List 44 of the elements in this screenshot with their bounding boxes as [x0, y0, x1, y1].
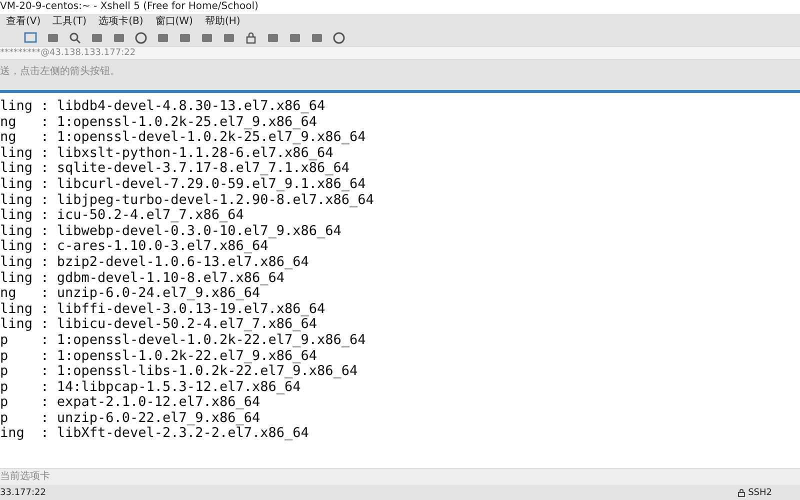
- terminal-line: ling : sqlite-devel-3.7.17-8.el7_7.1.x86_64: [0, 161, 350, 177]
- terminal-line: ling : libicu-devel-50.2-4.el7_7.x86_64: [0, 317, 317, 333]
- tab-hint: 当前选项卡: [0, 471, 50, 482]
- toolbar-icon[interactable]: [156, 32, 170, 44]
- terminal-line: ling : libdb4-devel-4.8.30-13.el7.x86_64: [0, 99, 326, 115]
- terminal-line: p : 1:openssl-libs-1.0.2k-22.el7_9.x86_64: [0, 364, 359, 380]
- toolbar-icon[interactable]: [288, 32, 302, 44]
- menu-item[interactable]: 查看(V): [6, 14, 41, 30]
- toolbar-icon[interactable]: [24, 32, 38, 44]
- terminal-line: ling : libwebp-devel-0.3.0-10.el7_9.x86_64: [0, 224, 342, 240]
- menu-item[interactable]: 工具(T): [52, 14, 87, 30]
- window-title: VM-20-9-centos:~ - Xshell 5 (Free for Home/School): [0, 1, 258, 12]
- toolbar-icon[interactable]: [46, 32, 60, 44]
- protocol-label: SSH2: [748, 488, 772, 498]
- terminal-line: p : 14:libpcap-1.5.3-12.el7.x86_64: [0, 380, 302, 396]
- hint-text: 送，点击左侧的箭头按钮。: [0, 66, 120, 77]
- status-address: 33.177:22: [0, 488, 46, 498]
- terminal-line: p : expat-2.1.0-12.el7.x86_64: [0, 395, 260, 411]
- terminal-line: ng : unzip-6.0-24.el7_9.x86_64: [0, 286, 260, 302]
- terminal-line: ling : icu-50.2-4.el7_7.x86_64: [0, 208, 244, 224]
- toolbar-icon[interactable]: [178, 32, 192, 44]
- terminal-line: ng : 1:openssl-1.0.2k-25.el7_9.x86_64: [0, 114, 318, 130]
- terminal-line: p : 1:openssl-devel-1.0.2k-22.el7_9.x86_64: [0, 332, 367, 348]
- toolbar-icon[interactable]: [200, 32, 214, 44]
- terminal-line: p : 1:openssl-1.0.2k-22.el7_9.x86_64: [0, 348, 318, 364]
- terminal-line: ling : libcurl-devel-7.29.0-59.el7_9.1.x86_64: [0, 176, 367, 193]
- terminal-line: ling : bzip2-devel-1.0.6-13.el7.x86_64: [0, 254, 310, 271]
- terminal-line: ling : gdbm-devel-1.10-8.el7.x86_64: [0, 270, 286, 286]
- terminal-line: ling : c-ares-1.10.0-3.el7.x86_64: [0, 239, 268, 255]
- menu-item[interactable]: 窗口(W): [155, 14, 193, 30]
- terminal-line: p : unzip-6.0-22.el7_9.x86_64: [0, 410, 262, 426]
- terminal-line: ing : libXft-devel-2.3.2-2.el7.x86_64: [0, 426, 310, 442]
- toolbar-icon[interactable]: [310, 32, 324, 44]
- lock-icon: [738, 488, 746, 496]
- search-icon[interactable]: [68, 32, 82, 44]
- terminal-line: ling : libxslt-python-1.1.28-6.el7.x86_64: [0, 146, 334, 162]
- terminal-line: ling : libjpeg-turbo-devel-1.2.90-8.el7.x86_64: [0, 192, 375, 208]
- toolbar-icon[interactable]: [112, 32, 126, 44]
- menu-item[interactable]: 选项卡(B): [98, 14, 144, 30]
- lock-icon[interactable]: [244, 32, 258, 44]
- terminal-line: ng : 1:openssl-devel-1.0.2k-25.el7_9.x86_64: [0, 130, 367, 146]
- toolbar-icon[interactable]: [222, 32, 236, 44]
- menu-item[interactable]: 帮助(H): [204, 14, 240, 30]
- terminal-line: ling : libffi-devel-3.0.13-19.el7.x86_64: [0, 302, 326, 318]
